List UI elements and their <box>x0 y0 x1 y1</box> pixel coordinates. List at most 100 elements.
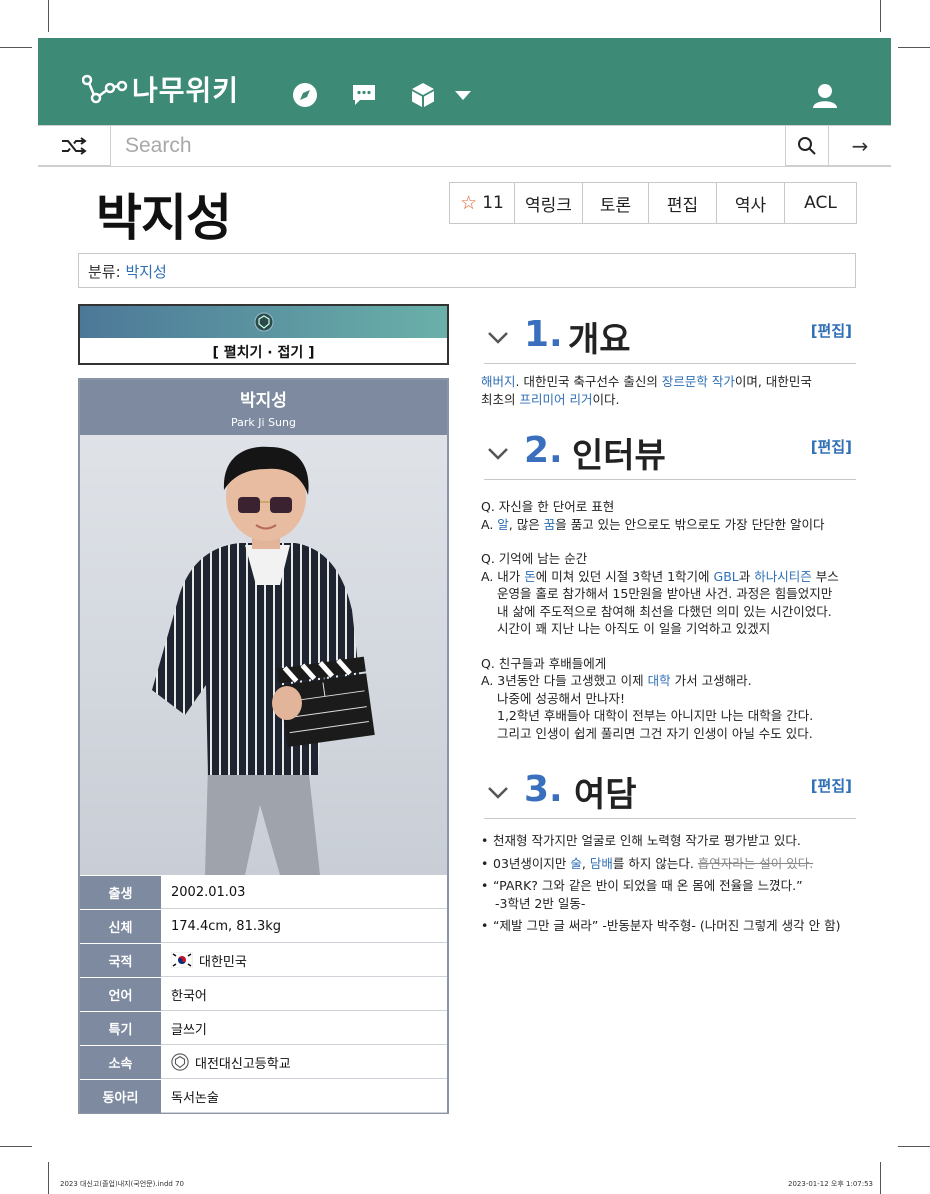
text: 가서 고생해라. <box>670 673 752 688</box>
infobox-row-affiliation: 소속 대전대신고등학교 <box>80 1045 447 1079</box>
strikethrough-text: 흡연자라는 설이 있다. <box>697 855 814 871</box>
link[interactable]: 대학 <box>648 673 671 688</box>
infobox-key: 언어 <box>80 978 161 1011</box>
infobox: 박지성 Park Ji Sung 출생 2002.01.03 신체 174.4c… <box>78 378 449 1114</box>
infobox-row-club: 동아리 독서논술 <box>80 1079 447 1113</box>
infobox-row-language: 언어 한국어 <box>80 977 447 1011</box>
crop-mark <box>0 47 32 48</box>
list-item: “PARK? 그와 같은 반이 되었을 때 온 몸에 전율을 느꼈다.” -3학년… <box>481 877 861 912</box>
link[interactable]: 담배 <box>590 856 613 871</box>
trivia-list: 천재형 작가지만 얼굴로 인해 노력형 작가로 평가받고 있다. 03년생이지만… <box>481 832 861 940</box>
text: 과 <box>738 568 755 584</box>
section-number: 3. <box>524 769 563 810</box>
text: 03년생이지만 <box>493 855 571 871</box>
text: A. <box>481 516 498 532</box>
text: 을 품고 있는 안으로도 밖으로도 가장 단단한 알이다 <box>555 516 825 532</box>
answer-line: 그리고 인생이 쉽게 풀리면 그건 자기 인생이 아닐 수도 있다. <box>497 725 813 741</box>
link[interactable]: 하나시티즌 <box>754 569 812 584</box>
category-link[interactable]: 박지성 <box>125 263 166 281</box>
category-label: 분류: <box>88 263 121 281</box>
infobox-value: 174.4cm, 81.3kg <box>161 910 447 943</box>
crop-mark <box>880 1162 881 1194</box>
crop-mark <box>48 0 49 32</box>
infobox-key: 특기 <box>80 1012 161 1045</box>
section-edit-link[interactable]: [편집] <box>811 320 852 341</box>
compass-icon[interactable] <box>290 80 320 110</box>
crop-mark <box>48 1162 49 1194</box>
infobox-key: 출생 <box>80 876 161 909</box>
question: Q. 자신을 한 단어로 표현 <box>481 499 615 514</box>
profile-photo <box>80 435 447 875</box>
infobox-row-birth: 출생 2002.01.03 <box>80 875 447 909</box>
answer-line: 나중에 성공해서 만나자! <box>497 690 625 706</box>
chevron-down-icon[interactable] <box>486 326 510 350</box>
random-shuffle-icon[interactable] <box>38 126 110 166</box>
chevron-down-icon[interactable] <box>486 781 510 805</box>
infobox-value: 글쓰기 <box>161 1012 447 1045</box>
text: A. 내가 <box>481 568 525 584</box>
text: 최초의 <box>481 392 520 407</box>
discussion-icon[interactable] <box>349 80 379 110</box>
list-item: “제발 그만 글 써라” -반동분자 박주형- (나머진 그렇게 생각 안 함) <box>481 917 861 935</box>
answer: A. 알, 많은 꿈을 품고 있는 안으로도 밖으로도 가장 단단한 알이다 <box>481 516 861 534</box>
page-title: 박지성 <box>96 189 232 247</box>
category-box: 분류: 박지성 <box>78 253 856 288</box>
dropdown-caret-icon[interactable] <box>448 80 478 110</box>
link[interactable]: GBL <box>714 569 739 584</box>
section-heading-overview: 1. 개요 [편집] <box>484 312 856 364</box>
answer-line: 1,2학년 후배들아 대학이 전부는 아니지만 나는 대학을 간다. <box>497 708 814 723</box>
text: A. 3년동안 다들 고생했고 이제 <box>481 673 648 688</box>
answer-line: 내 삶에 주도적으로 참여해 최선을 다했던 의미 있는 시간이었다. <box>497 603 832 619</box>
text: , <box>581 855 590 871</box>
text: 부스 <box>811 568 839 584</box>
infobox-row-nationality: 국적 대한민국 <box>80 943 447 977</box>
section-heading-interview: 2. 인터뷰 [편집] <box>484 428 856 480</box>
fold-toggle[interactable]: [ 펼치기 · 접기 ] <box>80 338 447 365</box>
section-edit-link[interactable]: [편집] <box>811 436 852 457</box>
answer-line: 운영을 홀로 참가해서 15만원을 받아낸 사건. 과정은 힘들었지만 <box>497 586 833 601</box>
backlink-button[interactable]: 역링크 <box>514 183 582 223</box>
history-button[interactable]: 역사 <box>716 183 784 223</box>
logo-text: 나무위키 <box>132 74 240 107</box>
infobox-header: 박지성 Park Ji Sung <box>80 380 447 435</box>
section-title: 개요 <box>568 320 631 360</box>
text: “PARK? 그와 같은 반이 되었을 때 온 몸에 전율을 느꼈다.” <box>493 878 803 893</box>
print-footer-right: 2023-01-12 오후 1:07:53 <box>788 1180 873 1188</box>
chevron-down-icon[interactable] <box>486 442 510 466</box>
link[interactable]: 꿈 <box>544 517 556 532</box>
link[interactable]: 알 <box>497 517 509 532</box>
infobox-name: 박지성 <box>240 391 287 411</box>
infobox-value: 대전대신고등학교 <box>195 1056 291 1072</box>
search-input[interactable] <box>110 126 786 166</box>
edit-button[interactable]: 편집 <box>648 183 716 223</box>
link[interactable]: 해버지 <box>481 374 516 389</box>
korea-flag-icon <box>171 952 193 968</box>
star-button[interactable]: ☆ 11 <box>450 183 514 223</box>
section-edit-link[interactable]: [편집] <box>811 775 852 796</box>
link[interactable]: 프리미어 리거 <box>519 392 592 407</box>
acl-button[interactable]: ACL <box>784 183 856 223</box>
search-icon[interactable] <box>786 126 829 166</box>
link[interactable]: 술 <box>570 856 582 871</box>
top-navbar: 나무위키 <box>38 38 891 125</box>
link[interactable]: 돈 <box>524 569 536 584</box>
section-number: 1. <box>524 314 563 355</box>
cube-icon[interactable] <box>408 80 438 110</box>
infobox-key: 소속 <box>80 1046 161 1079</box>
infobox-row-body: 신체 174.4cm, 81.3kg <box>80 909 447 943</box>
list-item: 천재형 작가지만 얼굴로 인해 노력형 작가로 평가받고 있다. <box>481 832 861 850</box>
discuss-button[interactable]: 토론 <box>582 183 648 223</box>
infobox-key: 국적 <box>80 944 161 977</box>
go-button[interactable]: → <box>829 126 891 166</box>
fold-box: [ 펼치기 · 접기 ] <box>78 304 449 365</box>
section-heading-trivia: 3. 여담 [편집] <box>484 767 856 819</box>
user-icon[interactable] <box>811 82 841 112</box>
text: 를 하지 않는다. <box>612 855 698 871</box>
question: Q. 친구들과 후배들에게 <box>481 655 607 671</box>
infobox-value-cell: 대한민국 <box>161 944 447 977</box>
site-logo[interactable]: 나무위키 <box>82 72 240 107</box>
answer: A. 3년동안 다들 고생했고 이제 대학 가서 고생해라. <box>481 672 861 690</box>
text: 이다. <box>592 392 620 407</box>
crop-mark <box>898 1146 930 1147</box>
link[interactable]: 장르문학 작가 <box>662 374 735 389</box>
